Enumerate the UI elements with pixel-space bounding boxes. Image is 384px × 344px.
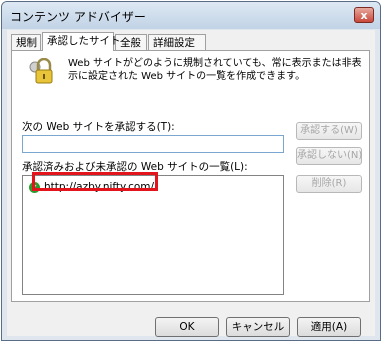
lock-icon: [29, 58, 53, 84]
red-highlight-box: [32, 172, 158, 191]
remove-button[interactable]: 削除(R): [296, 175, 362, 193]
panel-description: Web サイトがどのように規制されていても、常に表示または非表示に設定された W…: [68, 58, 362, 82]
dialog-content: 規制 承認したサイト 全般 詳細設定 Web サイトがどのように規制されていても…: [7, 30, 375, 337]
ok-button[interactable]: OK: [155, 317, 219, 337]
cancel-button[interactable]: キャンセル: [226, 317, 290, 337]
window-title: コンテンツ アドバイザー: [10, 10, 146, 24]
site-list[interactable]: ✓ http://azby.nifty.com/: [22, 175, 284, 295]
tab-advanced-label: 詳細設定: [153, 37, 195, 49]
title-bar: コンテンツ アドバイザー x: [2, 2, 380, 29]
tab-advanced[interactable]: 詳細設定: [148, 34, 206, 50]
tab-ratings-label: 規制: [16, 37, 37, 49]
close-icon: x: [360, 9, 368, 22]
apply-button[interactable]: 適用(A): [297, 317, 361, 337]
approve-field-label: 次の Web サイトを承認する(T):: [22, 121, 175, 133]
tab-general-label: 全般: [120, 37, 141, 49]
never-approve-button[interactable]: 承認しない(N): [296, 147, 362, 165]
tab-approved-sites[interactable]: 承認したサイト: [42, 32, 121, 51]
approve-site-input[interactable]: [22, 135, 284, 153]
content-advisor-window: コンテンツ アドバイザー x 規制 承認したサイト 全般 詳細設定 Web サイ…: [1, 1, 381, 341]
tab-ratings[interactable]: 規制: [11, 34, 41, 50]
close-button[interactable]: x: [354, 7, 374, 23]
always-approve-button[interactable]: 承認する(W): [296, 122, 362, 140]
tab-approved-sites-label: 承認したサイト: [47, 35, 121, 47]
